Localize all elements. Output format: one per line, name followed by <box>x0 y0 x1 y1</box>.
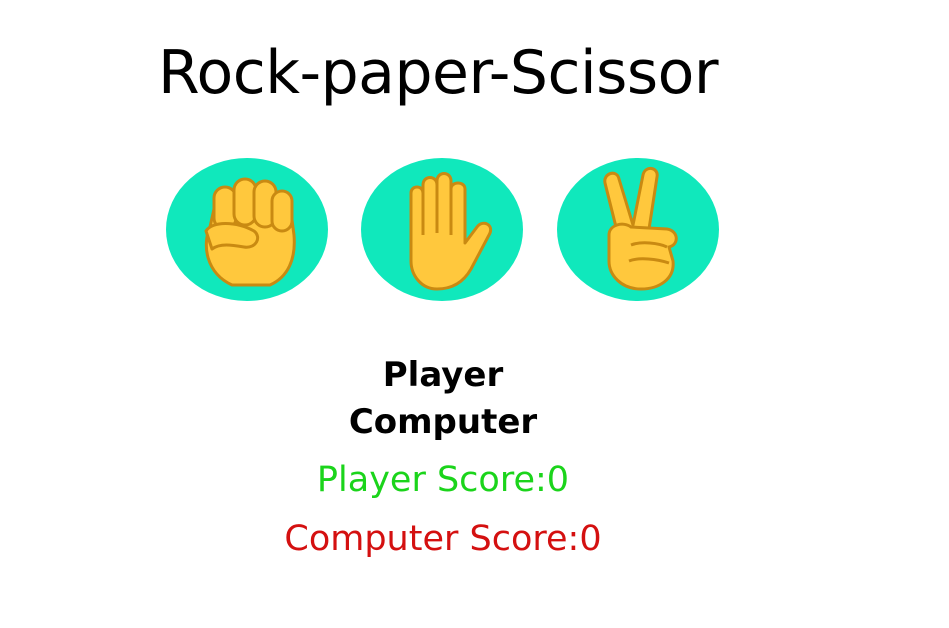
raised-hand-icon <box>387 165 497 295</box>
page-title: Rock-paper-Scissor <box>158 38 719 108</box>
player-score: Player Score:0 <box>316 460 570 500</box>
game-page: Rock-paper-Scissor Player Computer Playe… <box>0 0 949 628</box>
computer-label: Computer <box>348 402 538 442</box>
raised-fist-icon <box>192 165 302 295</box>
scissors-button[interactable] <box>557 158 719 301</box>
rock-button[interactable] <box>166 158 328 301</box>
victory-hand-icon <box>583 165 693 295</box>
player-label: Player <box>382 355 504 395</box>
paper-button[interactable] <box>361 158 523 301</box>
computer-score: Computer Score:0 <box>284 519 602 559</box>
